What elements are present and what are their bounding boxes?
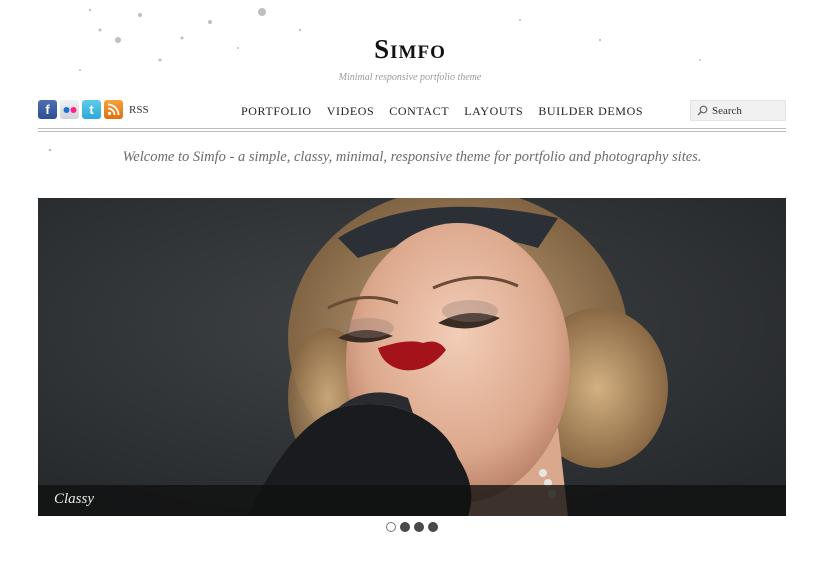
welcome-message: Welcome to Simfo - a simple, classy, min… bbox=[122, 149, 702, 165]
slide-caption-bar: Classy bbox=[38, 485, 786, 516]
slider-dot-3[interactable] bbox=[414, 522, 424, 532]
slide-photo bbox=[38, 198, 786, 516]
slider-dot-1[interactable] bbox=[386, 522, 396, 532]
nav-item-portfolio[interactable]: PORTFOLIO bbox=[241, 104, 312, 119]
header-divider-secondary bbox=[38, 131, 786, 132]
slide-caption: Classy bbox=[54, 491, 95, 507]
slider-pagination bbox=[386, 522, 438, 532]
header-divider bbox=[38, 128, 786, 129]
search-icon bbox=[697, 105, 708, 116]
main-navigation: PORTFOLIO VIDEOS CONTACT LAYOUTS BUILDER… bbox=[241, 104, 658, 119]
slider-dot-2[interactable] bbox=[400, 522, 410, 532]
social-links: f t RSS bbox=[38, 100, 149, 119]
twitter-icon[interactable]: t bbox=[82, 100, 101, 119]
image-slider[interactable]: Classy bbox=[38, 198, 786, 516]
rss-link[interactable]: RSS bbox=[129, 104, 149, 116]
nav-item-builder-demos[interactable]: BUILDER DEMOS bbox=[538, 104, 643, 119]
search-input[interactable] bbox=[712, 104, 784, 117]
nav-item-layouts[interactable]: LAYOUTS bbox=[464, 104, 523, 119]
site-title[interactable]: Simfo bbox=[0, 34, 820, 65]
nav-item-contact[interactable]: CONTACT bbox=[389, 104, 449, 119]
nav-item-videos[interactable]: VIDEOS bbox=[327, 104, 375, 119]
search-box bbox=[690, 100, 786, 121]
rss-icon[interactable] bbox=[104, 100, 123, 119]
flickr-icon[interactable] bbox=[60, 100, 79, 119]
site-tagline: Minimal responsive portfolio theme bbox=[338, 72, 482, 83]
facebook-icon[interactable]: f bbox=[38, 100, 57, 119]
slider-dot-4[interactable] bbox=[428, 522, 438, 532]
